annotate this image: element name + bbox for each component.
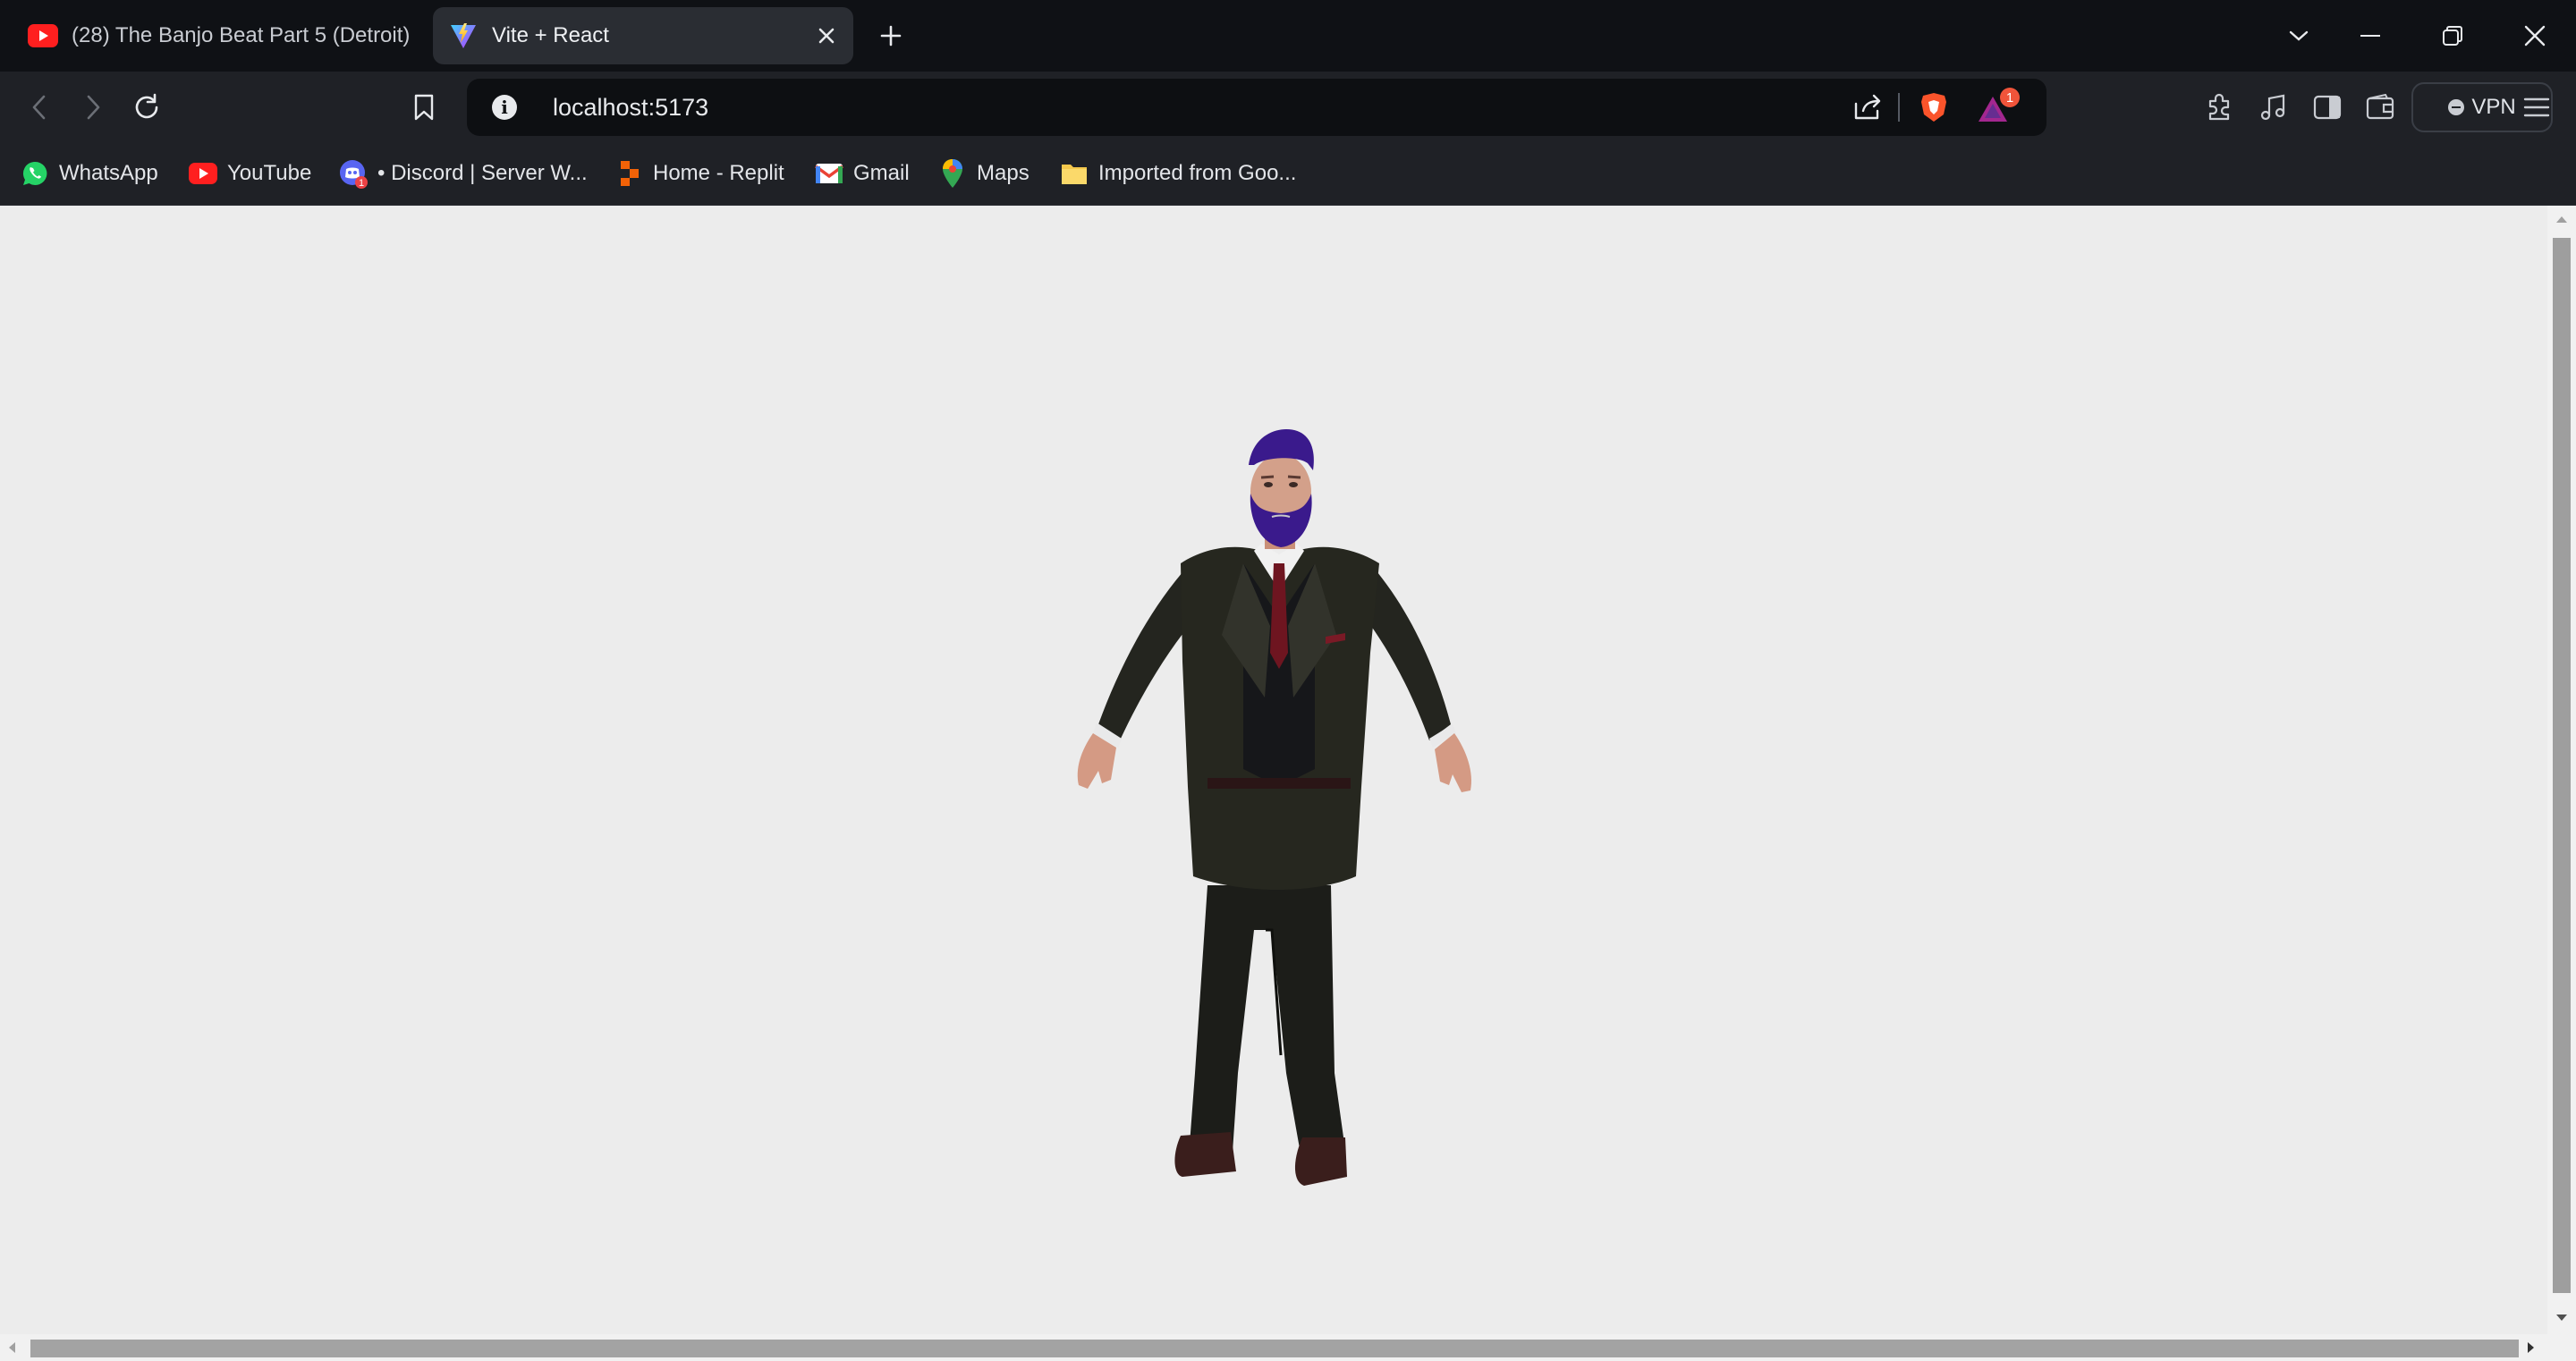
vpn-label: VPN (2471, 95, 2516, 119)
scroll-right-arrow-icon[interactable] (2528, 1342, 2534, 1353)
scroll-down-arrow-icon[interactable] (2556, 1315, 2567, 1321)
page-viewport (0, 206, 2547, 1334)
bookmark-youtube[interactable]: YouTube (188, 156, 311, 191)
vertical-scroll-thumb[interactable] (2553, 238, 2571, 1293)
forward-button[interactable] (73, 88, 113, 127)
browser-toolbar: i localhost:5173 1 VPN (0, 72, 2576, 143)
tab-strip: (28) The Banjo Beat Part 5 (Detroit) Vit… (0, 0, 2576, 72)
bookmarks-bar: WhatsApp YouTube 1 • Discord | Server W.… (0, 143, 2576, 206)
discord-icon: 1 (338, 158, 369, 189)
bookmark-label: • Discord | Server W... (377, 161, 588, 185)
tab-title: (28) The Banjo Beat Part 5 (Detroit) (72, 23, 411, 47)
3d-avatar-model[interactable] (1046, 429, 1512, 1238)
bookmark-page-button[interactable] (404, 88, 444, 127)
bookmark-label: Gmail (853, 161, 910, 185)
bookmark-label: YouTube (227, 161, 312, 185)
sidebar-toggle-icon[interactable] (2308, 88, 2347, 127)
back-button[interactable] (20, 88, 59, 127)
divider (1898, 93, 1900, 122)
svg-text:1: 1 (359, 178, 364, 189)
youtube-icon (188, 158, 218, 189)
replit-icon (614, 158, 644, 189)
tab-search-chevron-icon[interactable] (2272, 13, 2326, 59)
vpn-status-icon (2448, 99, 2465, 115)
site-info-icon[interactable]: i (492, 95, 517, 120)
brave-rewards-icon[interactable]: 1 (1977, 88, 2020, 127)
close-window-button[interactable] (2508, 13, 2562, 59)
address-bar[interactable]: i localhost:5173 1 (467, 79, 2046, 136)
share-icon[interactable] (1852, 91, 1884, 123)
bookmark-label: Imported from Goo... (1098, 161, 1297, 185)
bookmark-discord[interactable]: 1 • Discord | Server W... (338, 156, 588, 191)
extensions-icon[interactable] (2200, 88, 2240, 127)
horizontal-scrollbar[interactable] (0, 1334, 2576, 1361)
bookmark-label: Maps (977, 161, 1030, 185)
folder-icon (1059, 158, 1089, 189)
scroll-up-arrow-icon[interactable] (2556, 216, 2567, 223)
tab-title: Vite + React (492, 23, 609, 47)
brave-shields-icon[interactable] (1916, 89, 1952, 125)
bookmark-label: WhatsApp (59, 161, 158, 185)
scroll-left-arrow-icon[interactable] (9, 1342, 15, 1353)
gmail-icon (814, 158, 844, 189)
tab-vite-react[interactable]: Vite + React (433, 7, 853, 64)
bookmark-gmail[interactable]: Gmail (814, 156, 910, 191)
vite-icon (447, 20, 479, 52)
rewards-badge: 1 (2000, 88, 2020, 107)
bookmark-whatsapp[interactable]: WhatsApp (20, 156, 158, 191)
bookmark-replit[interactable]: Home - Replit (614, 156, 784, 191)
close-tab-icon[interactable] (809, 18, 844, 54)
new-tab-button[interactable] (873, 18, 909, 54)
minimize-button[interactable] (2343, 13, 2397, 59)
menu-icon[interactable] (2517, 88, 2556, 127)
bookmark-label: Home - Replit (653, 161, 784, 185)
whatsapp-icon (20, 158, 50, 189)
bookmark-maps[interactable]: Maps (937, 156, 1030, 191)
tab-youtube[interactable]: (28) The Banjo Beat Part 5 (Detroit) (13, 7, 417, 64)
wallet-icon[interactable] (2361, 88, 2401, 127)
media-controls-icon[interactable] (2254, 88, 2293, 127)
restore-button[interactable] (2426, 13, 2479, 59)
horizontal-scroll-thumb[interactable] (30, 1340, 2519, 1357)
maps-icon (937, 158, 968, 189)
youtube-icon (27, 20, 59, 52)
reload-button[interactable] (127, 88, 166, 127)
url-text[interactable]: localhost:5173 (553, 94, 708, 122)
bookmark-folder-imported[interactable]: Imported from Goo... (1059, 156, 1296, 191)
vertical-scrollbar[interactable] (2547, 206, 2576, 1334)
